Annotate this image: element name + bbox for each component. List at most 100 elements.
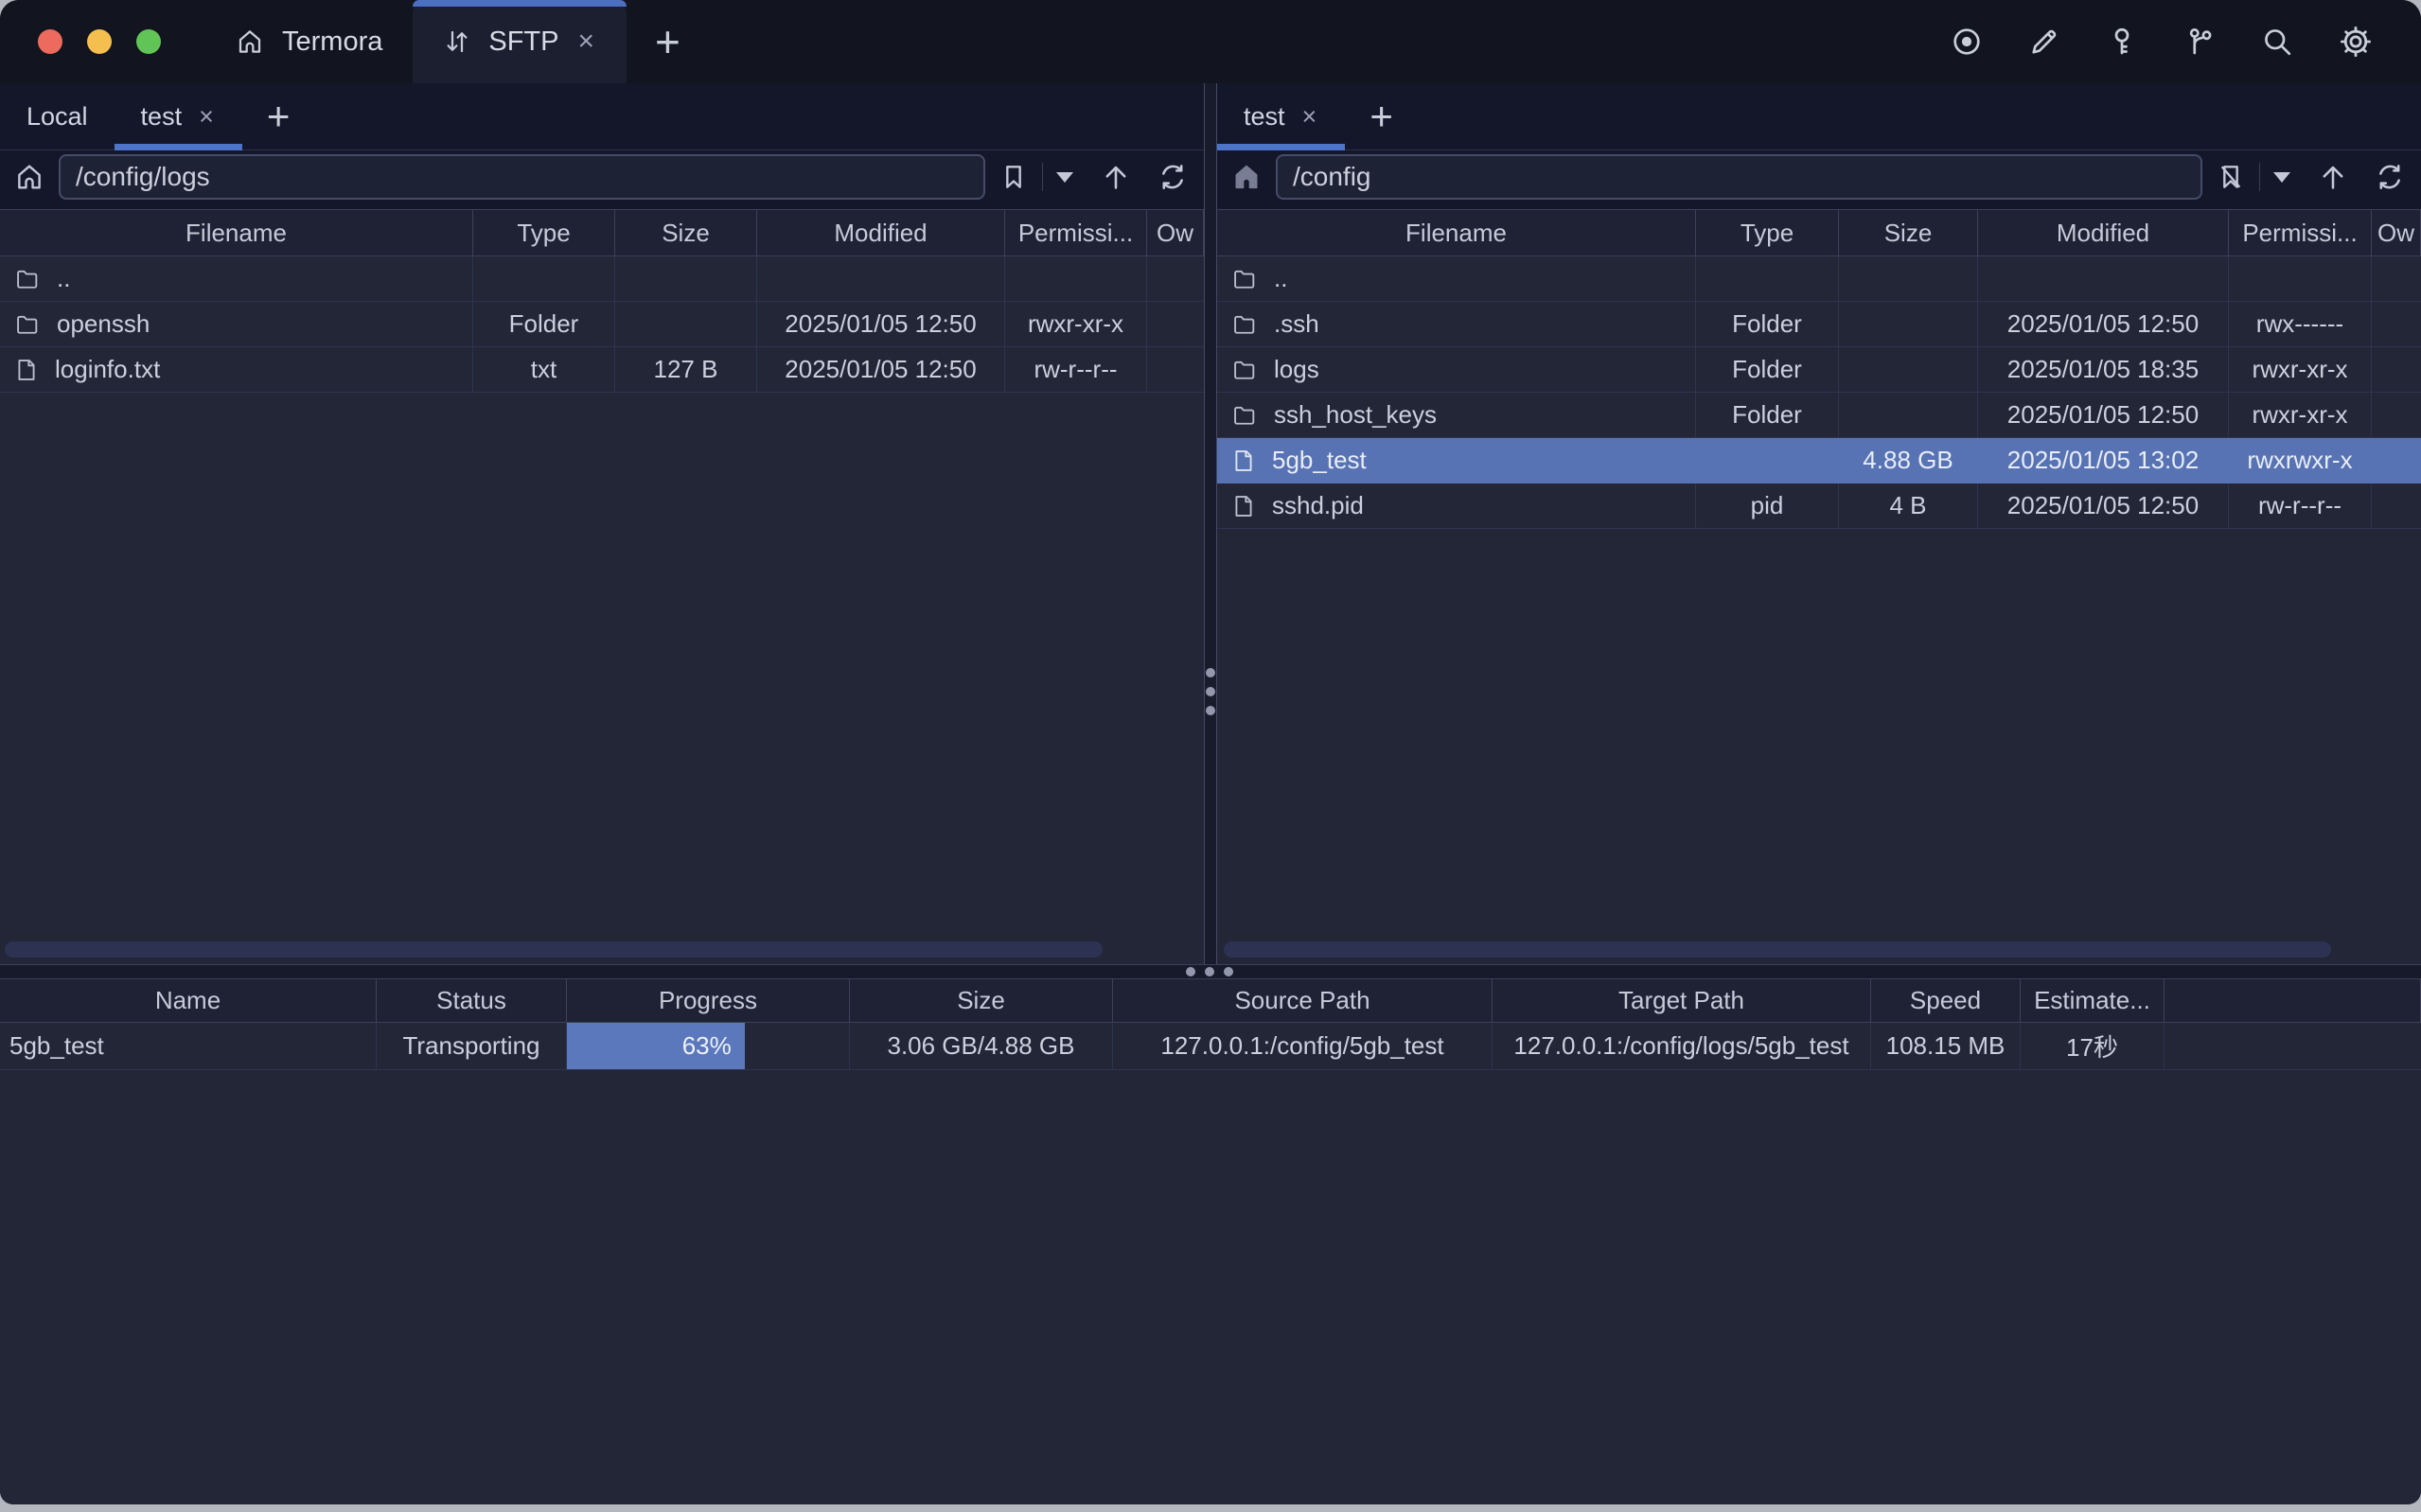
column-header-targetpath: Target Path: [1493, 979, 1871, 1022]
transfer-speed-cell: 108.15 MB: [1871, 1023, 2021, 1070]
home-icon: [235, 26, 265, 57]
refresh-icon[interactable]: [1157, 161, 1189, 193]
close-icon[interactable]: ×: [575, 26, 596, 58]
left-toolbar: [0, 150, 1204, 209]
column-header-name: Name: [0, 979, 377, 1022]
right-pane-tabs: test × +: [1217, 83, 2421, 150]
home-icon[interactable]: [1230, 161, 1263, 193]
file-row-openssh[interactable]: opensshFolder2025/01/05 12:50rwxr-xr-x: [0, 302, 1204, 347]
permissions-cell: rwx------: [2229, 302, 2372, 347]
right-tab-test[interactable]: test ×: [1217, 83, 1345, 149]
size-cell: [1839, 302, 1978, 347]
type-cell: Folder: [1696, 302, 1839, 347]
modified-cell: 2025/01/05 12:50: [1978, 393, 2229, 438]
transfer-name-cell: 5gb_test: [0, 1023, 377, 1070]
transfer-progress-cell: 63%: [567, 1023, 850, 1070]
up-directory-icon[interactable]: [1100, 161, 1132, 193]
up-directory-icon[interactable]: [2317, 161, 2349, 193]
file-row-..[interactable]: ..: [1217, 256, 2421, 302]
type-cell: Folder: [1696, 393, 1839, 438]
owner-cell: [2372, 483, 2421, 529]
permissions-cell: rwxrwxr-x: [2229, 438, 2372, 483]
file-row-sshd.pid[interactable]: sshd.pidpid4 B2025/01/05 12:50rw-r--r--: [1217, 483, 2421, 529]
transfer-target-cell: 127.0.0.1:/config/logs/5gb_test: [1493, 1023, 1871, 1070]
refresh-icon[interactable]: [2374, 161, 2406, 193]
file-row-.ssh[interactable]: .sshFolder 2025/01/05 12:50rwx------: [1217, 302, 2421, 347]
transfer-table-header: NameStatusProgressSizeSource PathTarget …: [0, 979, 2421, 1023]
file-row-logs[interactable]: logsFolder2025/01/05 18:35rwxr-xr-x: [1217, 347, 2421, 393]
toolbar-divider: [2259, 163, 2260, 191]
key-icon[interactable]: [2105, 25, 2139, 59]
left-path-input[interactable]: [59, 154, 985, 200]
right-path-input[interactable]: [1276, 154, 2202, 200]
column-header-filename: Filename: [0, 210, 473, 255]
right-horizontal-scrollbar[interactable]: [1224, 941, 2331, 958]
permissions-cell: rwxr-xr-x: [2229, 347, 2372, 393]
minimize-window-button[interactable]: [87, 29, 112, 54]
type-cell: [473, 256, 615, 302]
search-icon[interactable]: [2260, 25, 2294, 59]
owner-cell: [2372, 438, 2421, 483]
size-cell: [615, 256, 757, 302]
record-icon[interactable]: [1950, 25, 1984, 59]
modified-cell: 2025/01/05 12:50: [1978, 302, 2229, 347]
column-header-estimate: Estimate...: [2021, 979, 2165, 1022]
permissions-cell: rw-r--r--: [2229, 483, 2372, 529]
filename-cell: .ssh: [1217, 302, 1696, 347]
filename-cell: 5gb_test: [1217, 438, 1696, 483]
bookmark-icon[interactable]: [998, 162, 1029, 192]
termora-window: Termora SFTP × +: [0, 0, 2421, 1504]
column-header-progress: Progress: [567, 979, 850, 1022]
transfer-status-cell: Transporting: [377, 1023, 567, 1070]
chevron-down-icon[interactable]: [2273, 172, 2290, 183]
transfer-panel: NameStatusProgressSizeSource PathTarget …: [0, 979, 2421, 1505]
settings-icon[interactable]: [2338, 24, 2374, 60]
edit-icon[interactable]: [2027, 25, 2061, 59]
right-new-tab-button[interactable]: +: [1345, 83, 1418, 149]
permissions-cell: rw-r--r--: [1005, 347, 1147, 393]
file-row-loginfo.txt[interactable]: loginfo.txttxt127 B2025/01/05 12:50rw-r-…: [0, 347, 1204, 393]
column-header-type: Type: [473, 210, 615, 255]
column-header-ow: Ow: [2372, 210, 2421, 255]
file-row-..[interactable]: ..: [0, 256, 1204, 302]
pane-splitter-handle[interactable]: [1204, 83, 1217, 964]
new-window-tab-button[interactable]: +: [627, 0, 709, 83]
column-header-modified: Modified: [757, 210, 1005, 255]
file-row-5gb_test[interactable]: 5gb_test4.88 GB2025/01/05 13:02rwxrwxr-x: [1217, 438, 2421, 483]
close-icon[interactable]: ×: [197, 102, 216, 132]
tab-sftp-label: SFTP: [488, 26, 558, 58]
transfer-table: NameStatusProgressSizeSource PathTarget …: [0, 979, 2421, 1070]
traffic-lights: [0, 0, 204, 83]
zoom-window-button[interactable]: [136, 29, 161, 54]
home-icon[interactable]: [13, 161, 45, 193]
left-tab-test[interactable]: test ×: [115, 83, 242, 149]
right-file-table: FilenameTypeSizeModifiedPermissi...Ow...…: [1217, 209, 2421, 964]
permissions-cell: rwxr-xr-x: [1005, 302, 1147, 347]
bookmark-slash-icon[interactable]: [2216, 162, 2246, 192]
transfer-splitter-handle[interactable]: [0, 964, 2421, 979]
close-icon[interactable]: ×: [1300, 102, 1319, 132]
left-tab-local[interactable]: Local: [0, 83, 115, 149]
folder-icon: [1230, 266, 1259, 292]
close-window-button[interactable]: [38, 29, 62, 54]
left-horizontal-scrollbar[interactable]: [5, 941, 1103, 958]
chevron-down-icon[interactable]: [1056, 172, 1073, 183]
column-header-ow: Ow: [1147, 210, 1204, 255]
progress-bar: 63%: [567, 1023, 745, 1069]
modified-cell: 2025/01/05 12:50: [757, 347, 1005, 393]
file-icon: [13, 356, 40, 384]
tab-sftp[interactable]: SFTP ×: [413, 0, 627, 83]
filename-cell: logs: [1217, 347, 1696, 393]
size-cell: [1839, 347, 1978, 393]
keychain-icon[interactable]: [2182, 25, 2217, 59]
file-icon: [1230, 447, 1257, 475]
filename-cell: openssh: [0, 302, 473, 347]
owner-cell: [1147, 302, 1204, 347]
folder-icon: [1230, 402, 1259, 429]
column-header-modified: Modified: [1978, 210, 2229, 255]
file-row-ssh_host_keys[interactable]: ssh_host_keysFolder2025/01/05 12:50rwxr-…: [1217, 393, 2421, 438]
left-new-tab-button[interactable]: +: [242, 83, 315, 149]
transfer-row-5gb_test[interactable]: 5gb_testTransporting63%3.06 GB/4.88 GB12…: [0, 1023, 2421, 1070]
permissions-cell: rwxr-xr-x: [2229, 393, 2372, 438]
tab-termora[interactable]: Termora: [204, 0, 413, 83]
